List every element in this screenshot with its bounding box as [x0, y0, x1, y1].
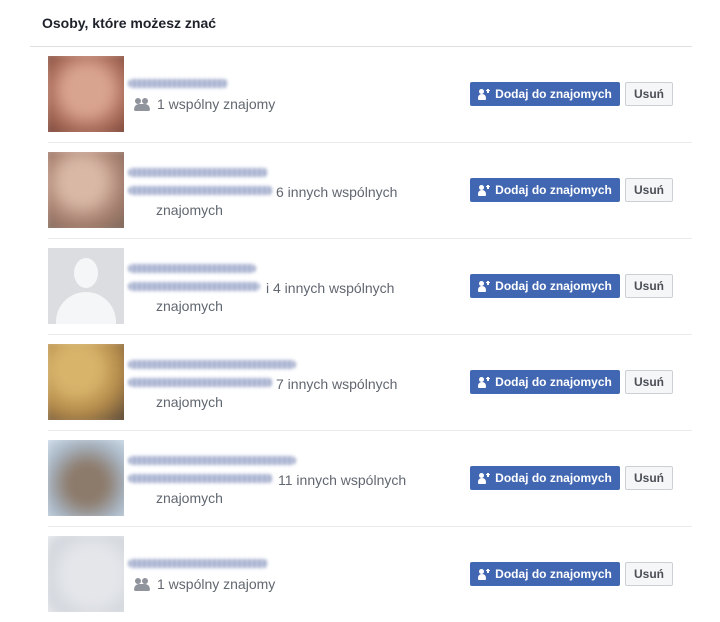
avatar[interactable]	[48, 536, 124, 612]
add-friend-icon	[478, 88, 491, 100]
people-you-may-know-panel: Osoby, które możesz znać 1 wspólny znajo…	[30, 0, 692, 612]
panel-title: Osoby, które możesz znać	[30, 0, 692, 47]
blurred-name[interactable]	[128, 79, 228, 88]
add-friend-icon	[478, 472, 491, 484]
blurred-name[interactable]	[128, 264, 256, 273]
blurred-name	[128, 378, 273, 387]
blurred-name[interactable]	[128, 559, 268, 568]
suggestion-item: 1 wspólny znajomy Dodaj do znajomych Usu…	[48, 526, 692, 622]
add-friend-button[interactable]: Dodaj do znajomych	[470, 178, 620, 202]
mutual-friends-text-cont: znajomych	[156, 394, 223, 410]
remove-button[interactable]: Usuń	[625, 274, 673, 298]
avatar[interactable]	[48, 344, 124, 420]
add-friend-button[interactable]: Dodaj do znajomych	[470, 82, 620, 106]
add-friend-icon	[478, 376, 491, 388]
remove-button[interactable]: Usuń	[625, 466, 673, 490]
add-friend-icon	[478, 568, 491, 580]
remove-button[interactable]: Usuń	[625, 562, 673, 586]
add-friend-button[interactable]: Dodaj do znajomych	[470, 466, 620, 490]
mutual-friends-text[interactable]: 1 wspólny znajomy	[134, 575, 275, 593]
avatar[interactable]	[48, 56, 124, 132]
add-friend-button[interactable]: Dodaj do znajomych	[470, 562, 620, 586]
mutual-friends-text-cont: znajomych	[156, 202, 223, 218]
add-friend-button[interactable]: Dodaj do znajomych	[470, 274, 620, 298]
mutual-friends-text-cont: znajomych	[156, 490, 223, 506]
mutual-friends-text-cont: znajomych	[156, 298, 223, 314]
suggestion-item: 1 wspólny znajomy Dodaj do znajomych Usu…	[48, 46, 692, 143]
mutual-friends-text[interactable]: i 4 innych wspólnych	[266, 279, 394, 297]
blurred-name	[128, 282, 260, 291]
suggestion-item: 11 innych wspólnych znajomych Dodaj do z…	[48, 430, 692, 527]
remove-button[interactable]: Usuń	[625, 178, 673, 202]
blurred-name[interactable]	[128, 456, 296, 465]
mutual-friends-text[interactable]: 7 innych wspólnych	[276, 375, 397, 393]
suggestion-item: 7 innych wspólnych znajomych Dodaj do zn…	[48, 334, 692, 431]
suggestion-item: i 4 innych wspólnych znajomych Dodaj do …	[48, 238, 692, 335]
add-friend-icon	[478, 280, 491, 292]
mutual-friends-text[interactable]: 11 innych wspólnych	[278, 471, 406, 489]
add-friend-button[interactable]: Dodaj do znajomych	[470, 370, 620, 394]
avatar[interactable]	[48, 440, 124, 516]
blurred-name[interactable]	[128, 360, 296, 369]
people-icon	[134, 578, 152, 591]
mutual-friends-text[interactable]: 1 wspólny znajomy	[134, 95, 275, 113]
remove-button[interactable]: Usuń	[625, 370, 673, 394]
avatar[interactable]	[48, 152, 124, 228]
mutual-friends-text[interactable]: 6 innych wspólnych	[276, 183, 397, 201]
suggestion-item: 6 innych wspólnych znajomych Dodaj do zn…	[48, 142, 692, 239]
remove-button[interactable]: Usuń	[625, 82, 673, 106]
blurred-name	[128, 474, 273, 483]
avatar-placeholder[interactable]	[48, 248, 124, 324]
blurred-name[interactable]	[128, 168, 268, 177]
people-icon	[134, 98, 152, 111]
blurred-name	[128, 186, 273, 195]
add-friend-icon	[478, 184, 491, 196]
